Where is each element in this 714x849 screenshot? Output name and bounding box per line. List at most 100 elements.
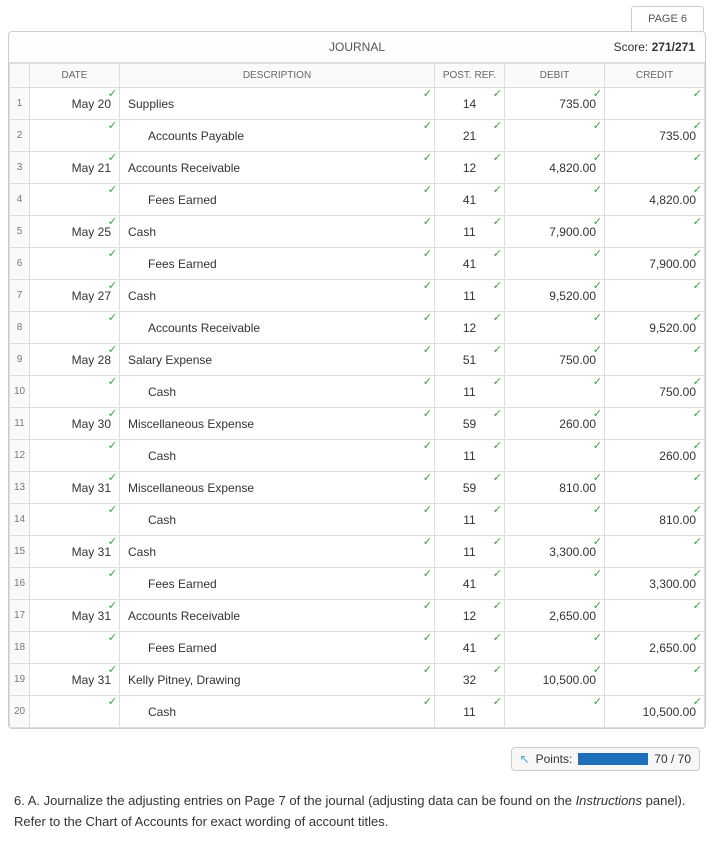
description-cell[interactable]: Cash✓ [120,216,434,247]
credit-cell[interactable]: ✓ [605,216,704,247]
debit-cell[interactable]: 260.00✓ [505,408,604,439]
date-cell[interactable]: ✓ [30,312,119,343]
postref-cell[interactable]: 11✓ [435,280,504,311]
postref-cell[interactable]: 12✓ [435,312,504,343]
credit-cell[interactable]: ✓ [605,472,704,503]
date-cell[interactable]: May 28✓ [30,344,119,375]
page-tab[interactable]: PAGE 6 [631,6,704,31]
postref-cell[interactable]: 59✓ [435,408,504,439]
description-cell[interactable]: Fees Earned✓ [120,184,434,215]
postref-cell[interactable]: 11✓ [435,536,504,567]
credit-cell[interactable]: ✓ [605,536,704,567]
debit-cell[interactable]: ✓ [505,568,604,599]
date-cell[interactable]: May 31✓ [30,600,119,631]
debit-cell[interactable]: 810.00✓ [505,472,604,503]
date-cell[interactable]: ✓ [30,568,119,599]
credit-cell[interactable]: 735.00✓ [605,120,704,151]
date-cell[interactable]: ✓ [30,440,119,471]
description-cell[interactable]: Cash✓ [120,440,434,471]
description-cell[interactable]: Cash✓ [120,376,434,407]
date-cell[interactable]: ✓ [30,248,119,279]
credit-cell[interactable]: 750.00✓ [605,376,704,407]
credit-cell[interactable]: 4,820.00✓ [605,184,704,215]
debit-cell[interactable]: 4,820.00✓ [505,152,604,183]
postref-cell[interactable]: 11✓ [435,216,504,247]
description-cell[interactable]: Miscellaneous Expense✓ [120,408,434,439]
credit-cell[interactable]: ✓ [605,280,704,311]
description-cell[interactable]: Salary Expense✓ [120,344,434,375]
date-cell[interactable]: May 31✓ [30,472,119,503]
description-cell[interactable]: Miscellaneous Expense✓ [120,472,434,503]
debit-cell[interactable]: ✓ [505,504,604,535]
description-cell[interactable]: Cash✓ [120,696,434,727]
postref-cell[interactable]: 41✓ [435,248,504,279]
debit-cell[interactable]: ✓ [505,248,604,279]
description-cell[interactable]: Supplies✓ [120,88,434,119]
credit-cell[interactable]: 2,650.00✓ [605,632,704,663]
description-cell[interactable]: Accounts Payable✓ [120,120,434,151]
credit-cell[interactable]: ✓ [605,152,704,183]
debit-cell[interactable]: 3,300.00✓ [505,536,604,567]
credit-cell[interactable]: ✓ [605,664,704,695]
debit-cell[interactable]: ✓ [505,696,604,727]
description-cell[interactable]: Fees Earned✓ [120,568,434,599]
credit-cell[interactable]: ✓ [605,88,704,119]
description-cell[interactable]: Cash✓ [120,536,434,567]
credit-cell[interactable]: ✓ [605,408,704,439]
description-cell[interactable]: Accounts Receivable✓ [120,600,434,631]
date-cell[interactable]: May 30✓ [30,408,119,439]
postref-cell[interactable]: 11✓ [435,376,504,407]
debit-cell[interactable]: ✓ [505,312,604,343]
postref-cell[interactable]: 41✓ [435,632,504,663]
postref-cell[interactable]: 21✓ [435,120,504,151]
date-cell[interactable]: ✓ [30,376,119,407]
date-cell[interactable]: May 31✓ [30,664,119,695]
credit-cell[interactable]: 3,300.00✓ [605,568,704,599]
credit-cell[interactable]: 9,520.00✓ [605,312,704,343]
credit-cell[interactable]: ✓ [605,344,704,375]
postref-cell[interactable]: 12✓ [435,152,504,183]
debit-cell[interactable]: 9,520.00✓ [505,280,604,311]
debit-cell[interactable]: 735.00✓ [505,88,604,119]
debit-cell[interactable]: ✓ [505,120,604,151]
description-cell[interactable]: Fees Earned✓ [120,248,434,279]
description-cell[interactable]: Accounts Receivable✓ [120,152,434,183]
postref-cell[interactable]: 12✓ [435,600,504,631]
debit-cell[interactable]: 7,900.00✓ [505,216,604,247]
debit-cell[interactable]: 750.00✓ [505,344,604,375]
date-cell[interactable]: May 25✓ [30,216,119,247]
description-cell[interactable]: Kelly Pitney, Drawing✓ [120,664,434,695]
debit-cell[interactable]: 10,500.00✓ [505,664,604,695]
debit-cell[interactable]: 2,650.00✓ [505,600,604,631]
date-cell[interactable]: ✓ [30,120,119,151]
credit-cell[interactable]: 10,500.00✓ [605,696,704,727]
description-cell[interactable]: Accounts Receivable✓ [120,312,434,343]
date-cell[interactable]: ✓ [30,696,119,727]
postref-cell[interactable]: 51✓ [435,344,504,375]
date-cell[interactable]: May 31✓ [30,536,119,567]
debit-cell[interactable]: ✓ [505,440,604,471]
date-cell[interactable]: ✓ [30,504,119,535]
postref-cell[interactable]: 11✓ [435,504,504,535]
postref-cell[interactable]: 11✓ [435,440,504,471]
credit-cell[interactable]: 260.00✓ [605,440,704,471]
postref-cell[interactable]: 41✓ [435,184,504,215]
date-cell[interactable]: May 21✓ [30,152,119,183]
description-cell[interactable]: Fees Earned✓ [120,632,434,663]
description-cell[interactable]: Cash✓ [120,280,434,311]
postref-cell[interactable]: 41✓ [435,568,504,599]
postref-cell[interactable]: 14✓ [435,88,504,119]
date-cell[interactable]: May 27✓ [30,280,119,311]
debit-cell[interactable]: ✓ [505,184,604,215]
credit-cell[interactable]: 7,900.00✓ [605,248,704,279]
points-box[interactable]: ↖ Points: 70 / 70 [511,747,700,771]
description-cell[interactable]: Cash✓ [120,504,434,535]
debit-cell[interactable]: ✓ [505,632,604,663]
debit-cell[interactable]: ✓ [505,376,604,407]
date-cell[interactable]: ✓ [30,632,119,663]
date-cell[interactable]: May 20✓ [30,88,119,119]
postref-cell[interactable]: 59✓ [435,472,504,503]
date-cell[interactable]: ✓ [30,184,119,215]
postref-cell[interactable]: 11✓ [435,696,504,727]
credit-cell[interactable]: 810.00✓ [605,504,704,535]
